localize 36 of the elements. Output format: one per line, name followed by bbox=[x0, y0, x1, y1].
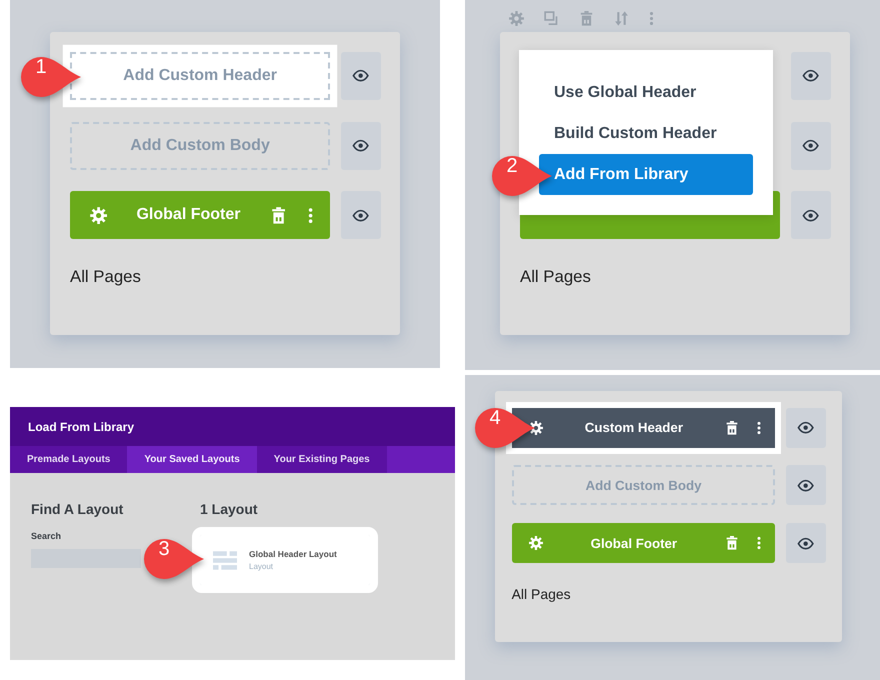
filter-heading: Find A Layout bbox=[31, 501, 124, 517]
bar-label: Global Footer bbox=[590, 536, 678, 551]
assignment-label: All Pages bbox=[520, 266, 592, 287]
visibility-button[interactable] bbox=[786, 523, 826, 564]
layout-icon bbox=[213, 550, 237, 570]
tab[interactable]: Your Existing Pages bbox=[256, 446, 387, 473]
step-callout: 2 bbox=[491, 155, 553, 197]
step-callout: 1 bbox=[20, 56, 82, 98]
visibility-button[interactable] bbox=[790, 52, 831, 100]
visibility-button[interactable] bbox=[340, 191, 381, 240]
search-label: Search bbox=[31, 531, 62, 541]
layout-bar[interactable]: Custom Header bbox=[512, 408, 776, 448]
visibility-button[interactable] bbox=[340, 52, 381, 100]
assignment-label: All Pages bbox=[512, 586, 572, 602]
menu-item[interactable]: Build Custom Header bbox=[539, 113, 753, 154]
bar-label: Global Footer bbox=[135, 206, 242, 224]
bar-label: Custom Header bbox=[584, 420, 684, 436]
tab[interactable]: Premade Layouts bbox=[10, 446, 128, 473]
menu-item[interactable]: Add From Library bbox=[539, 154, 753, 195]
visibility-button[interactable] bbox=[786, 465, 826, 506]
visibility-button[interactable] bbox=[790, 122, 831, 170]
visibility-button[interactable] bbox=[340, 122, 381, 170]
modal-title: Load From Library bbox=[10, 407, 455, 446]
layout-card[interactable]: Global Header Layout Layout bbox=[200, 535, 370, 585]
result-count: 1 Layout bbox=[200, 501, 259, 517]
menu-item[interactable]: Use Global Header bbox=[539, 72, 753, 113]
layout-type: Layout bbox=[249, 562, 274, 571]
step-callout: 4 bbox=[474, 407, 536, 449]
assignment-label: All Pages bbox=[70, 266, 142, 287]
more-icon[interactable] bbox=[756, 420, 762, 436]
step-callout: 3 bbox=[143, 538, 205, 580]
visibility-button[interactable] bbox=[790, 191, 831, 240]
trash-icon[interactable] bbox=[724, 420, 740, 436]
layout-title: Global Header Layout bbox=[249, 549, 337, 559]
tab[interactable]: Your Saved Layouts bbox=[127, 446, 257, 473]
visibility-button[interactable] bbox=[786, 408, 826, 448]
